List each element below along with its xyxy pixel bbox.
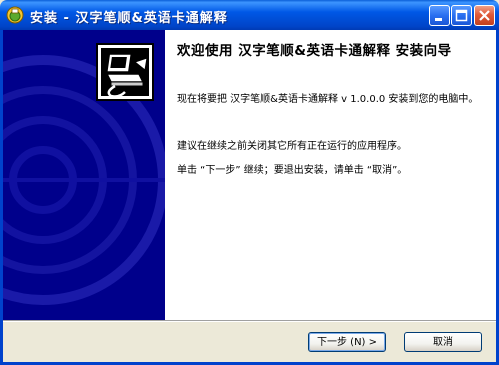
minimize-button[interactable] <box>429 5 450 26</box>
installer-app-icon <box>6 6 24 24</box>
close-button[interactable] <box>474 5 495 26</box>
wizard-banner <box>3 30 165 320</box>
computer-install-icon <box>95 42 155 102</box>
title-bar[interactable]: 安装 - 汉字笔顺&英语卡通解释 <box>0 0 499 30</box>
wizard-content: 欢迎使用 汉字笔顺&英语卡通解释 安装向导 现在将要把 汉字笔顺&英语卡通解释 … <box>165 30 496 320</box>
next-button[interactable]: 下一步 (N) > <box>308 332 386 352</box>
welcome-heading: 欢迎使用 汉字笔顺&英语卡通解释 安装向导 <box>177 43 452 59</box>
footer-separator-highlight <box>3 321 496 322</box>
maximize-button[interactable] <box>451 5 472 26</box>
cancel-button[interactable]: 取消 <box>404 332 482 352</box>
continue-instruction-text: 单击 “下一步” 继续；要退出安装，请单击 “取消”。 <box>177 165 408 176</box>
close-apps-advice-text: 建议在继续之前关闭其它所有正在运行的应用程序。 <box>177 141 407 152</box>
close-icon <box>479 10 490 21</box>
minimize-icon <box>435 18 442 21</box>
installer-window: 安装 - 汉字笔顺&英语卡通解释 欢迎使用 汉字笔顺&英语卡通解释 安装向导 现… <box>0 0 499 365</box>
maximize-icon <box>455 9 468 22</box>
window-title: 安装 - 汉字笔顺&英语卡通解释 <box>30 11 228 26</box>
install-target-text: 现在将要把 汉字笔顺&英语卡通解释 v 1.0.0.0 安装到您的电脑中。 <box>177 94 479 105</box>
